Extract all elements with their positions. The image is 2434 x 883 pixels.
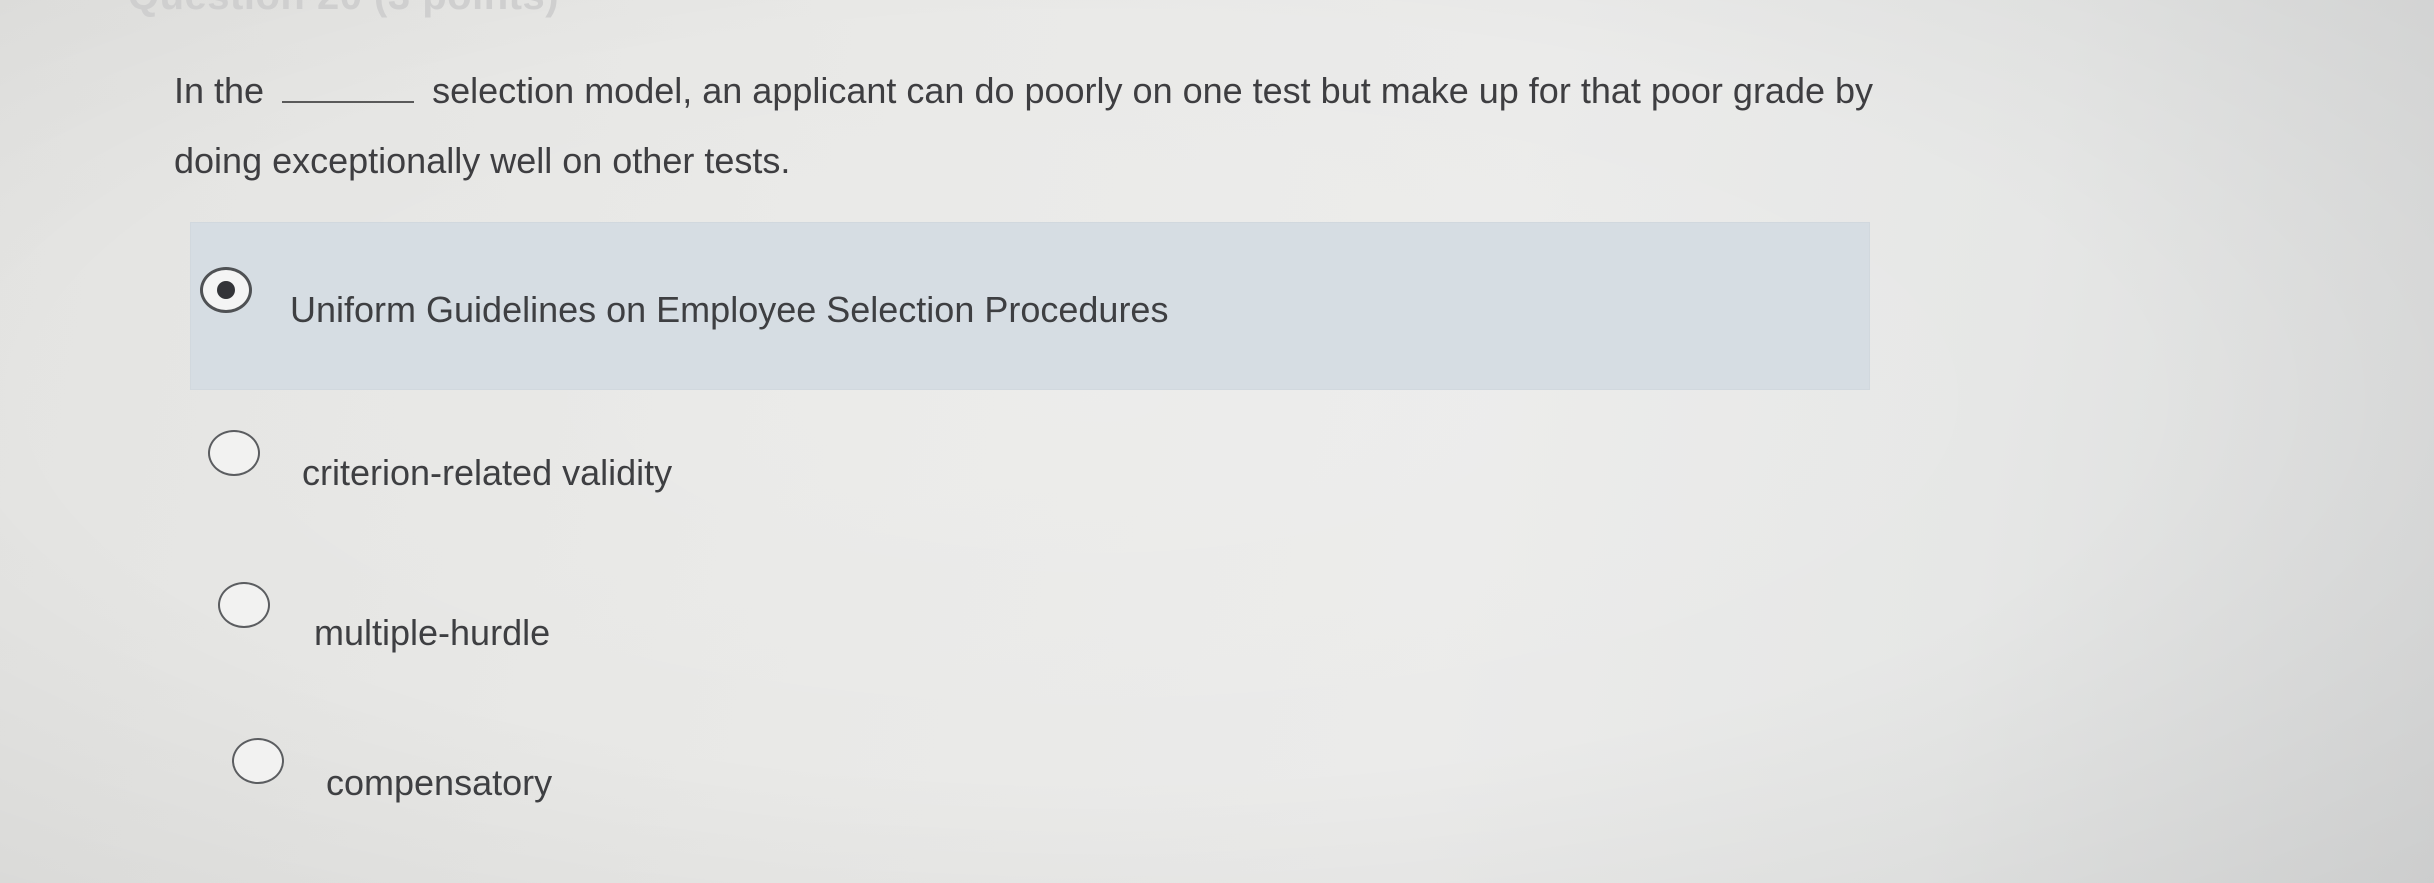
radio-button[interactable] (218, 582, 270, 628)
answer-options: Uniform Guidelines on Employee Selection… (0, 0, 2434, 883)
radio-button-selected[interactable] (200, 267, 252, 313)
option-label: compensatory (326, 762, 553, 803)
radio-dot-icon (217, 281, 235, 299)
option-uniform-guidelines[interactable]: Uniform Guidelines on Employee Selection… (190, 222, 1870, 390)
option-compensatory[interactable]: compensatory (190, 720, 1090, 830)
radio-button[interactable] (232, 738, 284, 784)
option-label: multiple-hurdle (314, 612, 551, 653)
radio-button[interactable] (208, 430, 260, 476)
option-label: criterion-related validity (302, 452, 673, 493)
option-multiple-hurdle[interactable]: multiple-hurdle (190, 566, 1090, 676)
option-label: Uniform Guidelines on Employee Selection… (290, 289, 1169, 330)
option-criterion-related-validity[interactable]: criterion-related validity (190, 410, 1090, 520)
